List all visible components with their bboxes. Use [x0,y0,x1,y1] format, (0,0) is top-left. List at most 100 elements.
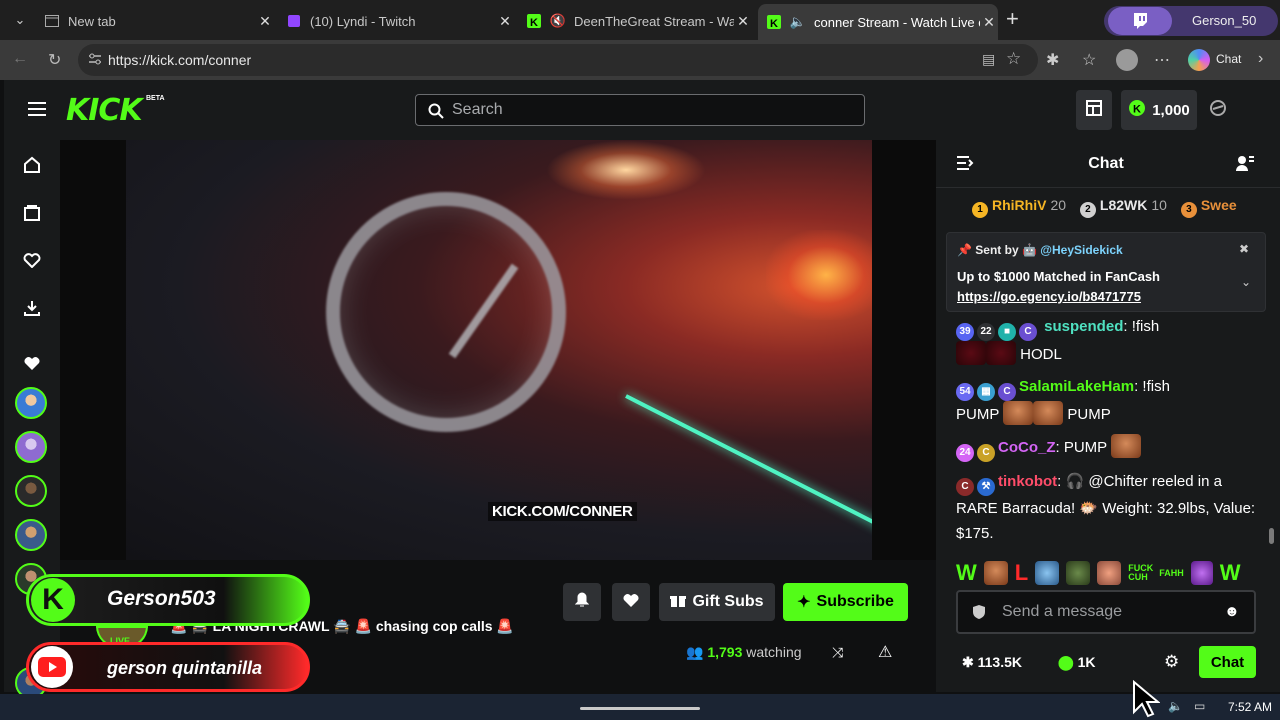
favorites-icon[interactable]: ☆ [1082,50,1096,70]
report-warning-icon[interactable]: ⚠ [878,642,892,662]
sparkle-icon: ✦ [797,594,811,611]
followed-channel-avatar[interactable] [15,431,47,463]
hamburger-menu-icon[interactable] [28,102,46,116]
following-heart-icon[interactable] [22,250,42,270]
twitch-profile-chip[interactable]: Gerson_50 [1104,6,1278,36]
tab-new-tab[interactable]: New tab ✕ [44,6,274,36]
extensions-icon[interactable]: ✱ [1046,50,1059,70]
chat-input-box[interactable]: ☻ [956,590,1256,634]
copilot-chat-label[interactable]: Chat [1216,52,1241,66]
chat-message-input[interactable] [1002,603,1212,621]
site-info-icon[interactable] [88,52,102,71]
top-gifter-name[interactable]: Swee [1201,197,1237,213]
search-input[interactable] [452,100,832,120]
taskbar-clock[interactable]: 7:52 AM [1228,700,1272,714]
emote[interactable] [1190,561,1213,585]
chevron-down-icon[interactable]: ⌄ [1241,275,1251,289]
taskbar-handle[interactable] [580,707,700,710]
favorite-star-icon[interactable]: ☆ [1006,49,1021,69]
close-icon[interactable]: ✕ [980,14,998,31]
reader-mode-icon[interactable]: ▤ [982,51,995,68]
pinned-user[interactable]: @HeySidekick [1040,243,1122,257]
subscriber-badge: 39 [956,322,974,341]
emote-l[interactable]: L [1015,560,1028,586]
copilot-icon[interactable] [1188,49,1210,71]
video-player[interactable]: KICK.COM/CONNER [60,140,936,560]
home-icon[interactable] [22,155,42,175]
tab-deenthegreat[interactable]: K 🔇 DeenTheGreat Stream - Watch ✕ [526,6,752,36]
followed-channel-avatar[interactable] [15,387,47,419]
reload-icon[interactable]: ↻ [48,50,61,70]
chat-text: PUMP [1067,405,1111,423]
shield-icon[interactable] [972,604,986,625]
sidebar-toggle-icon[interactable]: › [1258,50,1263,68]
followed-channel-avatar[interactable] [15,519,47,551]
emote-bar: W L FUCK CUH FAHH W [956,560,1266,586]
tab-twitch-lyndi[interactable]: (10) Lyndi - Twitch ✕ [286,6,514,36]
chat-scrollbar[interactable] [1269,528,1274,544]
browse-icon[interactable] [22,203,42,223]
back-icon[interactable]: ← [12,50,28,68]
tab-actions-menu-button[interactable]: ⌄ [4,6,36,34]
viewers-icon: 👥 [686,644,704,660]
kick-coins-button[interactable]: K 1,000 [1121,90,1197,130]
close-icon[interactable]: ✕ [496,13,514,30]
kick-username-overlay: K Gerson503 [26,574,310,626]
emote[interactable] [1097,561,1122,585]
chat-send-button[interactable]: Chat [1199,646,1256,678]
avatar[interactable] [1116,49,1138,71]
url-field[interactable]: https://kick.com/conner ▤ ☆ [78,44,1038,76]
follow-button[interactable] [612,583,650,621]
share-icon[interactable]: ⤨ [832,644,843,661]
watching-label: watching [746,644,802,660]
chat-username[interactable]: suspended [1044,318,1123,335]
emote-fuck-cuh[interactable]: FUCK CUH [1128,564,1153,582]
emote-w[interactable]: W [1220,560,1241,586]
emote[interactable] [1066,561,1091,585]
emoji-icon[interactable]: ☻ [1224,603,1240,620]
gift-subs-button[interactable]: Gift Subs [659,583,775,621]
top-gifter-name[interactable]: RhiRhiV [992,197,1046,213]
speaker-icon[interactable]: 🔈 [790,14,806,30]
overlay-youtube-name: gerson quintanilla [107,658,263,678]
pinned-link[interactable]: https://go.egency.io/b8471775 [957,289,1141,304]
tab-conner-active[interactable]: K 🔈 conner Stream - Watch Live on ✕ [758,4,998,40]
chat-settings-gear-icon[interactable]: ⚙ [1164,652,1179,672]
emote [1003,400,1034,425]
more-menu-icon[interactable]: ⋯ [1154,50,1170,70]
subscribe-button[interactable]: ✦ Subscribe [783,583,908,621]
close-icon[interactable]: ✕ [734,13,752,30]
followers-count: ✱ 113.5K [962,654,1022,671]
user-menu-button[interactable] [1204,90,1232,130]
emote[interactable] [983,561,1008,585]
kick-logo[interactable]: KICK [66,93,143,128]
notifications-button[interactable] [563,583,601,621]
unpin-icon[interactable]: ✖ [1239,242,1249,256]
chat-users-icon[interactable] [1236,155,1254,176]
emote-fahh[interactable]: FAHH [1159,568,1184,578]
top-gifter-name[interactable]: L82WK [1100,197,1147,213]
muted-speaker-icon[interactable]: 🔇 [550,13,566,29]
badge-icon: ▦ [977,382,995,401]
search-bar[interactable] [415,94,865,126]
followed-channel-avatar[interactable] [15,475,47,507]
close-icon[interactable]: ✕ [256,13,274,30]
volume-icon[interactable]: 🔈 [1168,699,1183,713]
browse-button[interactable] [1076,90,1112,130]
browser-tab-strip: ⌄ New tab ✕ (10) Lyndi - Twitch ✕ K 🔇 De… [0,0,1280,40]
top-gifter-count: 20 [1050,197,1067,213]
kicks-value: 1K [1077,654,1096,670]
badge-icon: ⚒ [977,477,995,496]
chat-text: : PUMP [1055,439,1107,456]
new-tab-button[interactable]: + [1006,8,1019,30]
followed-channels-heart-icon [22,353,42,373]
chat-username[interactable]: CoCo_Z [998,439,1056,456]
emote[interactable] [1035,561,1060,585]
twitch-icon [286,13,302,29]
badge-icon: C [977,443,995,462]
chat-username[interactable]: tinkobot [998,473,1057,490]
clips-icon[interactable] [22,298,42,318]
battery-icon[interactable]: ▭ [1194,699,1205,713]
emote-w[interactable]: W [956,560,977,586]
chat-username[interactable]: SalamiLakeHam [1019,378,1134,395]
